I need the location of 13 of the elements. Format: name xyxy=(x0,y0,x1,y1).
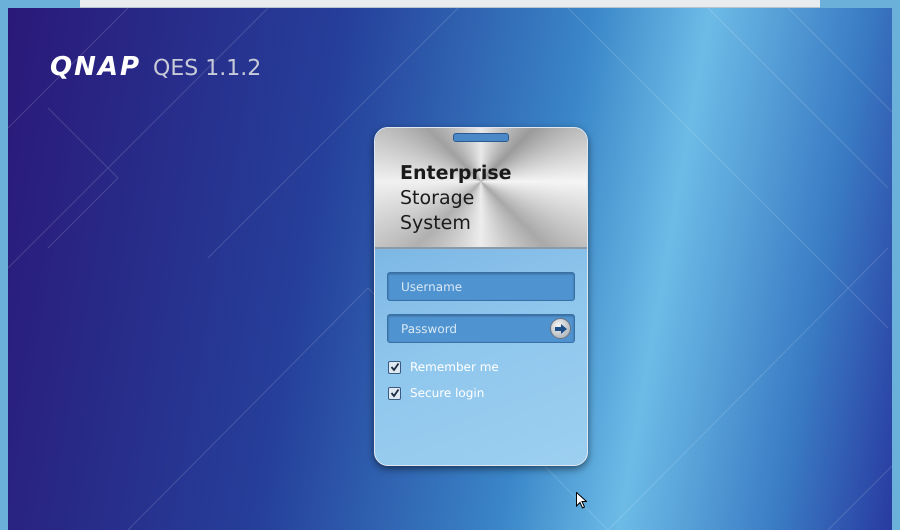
badge-slot xyxy=(453,133,509,142)
card-title-line: Enterprise xyxy=(400,161,512,186)
card-title-line: System xyxy=(400,211,472,236)
card-title-line: Storage xyxy=(400,186,476,211)
checkbox-label: Secure login xyxy=(410,385,484,402)
username-field[interactable]: Username xyxy=(387,272,575,301)
product-version: QES 1.1.2 xyxy=(153,58,262,80)
mouse-pointer-icon xyxy=(576,492,587,509)
brand-logo: QNAP xyxy=(50,54,142,80)
checkbox[interactable] xyxy=(388,360,401,374)
password-field[interactable]: Password xyxy=(387,314,575,343)
checkbox-label: Remember me xyxy=(410,359,499,376)
checkbox[interactable] xyxy=(388,386,401,400)
